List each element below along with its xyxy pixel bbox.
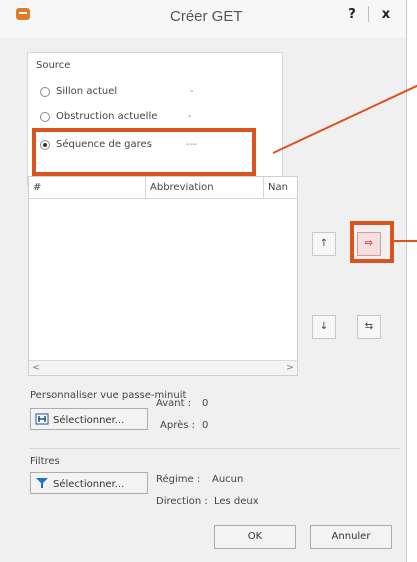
expand-range-icon bbox=[35, 413, 49, 428]
title-bar: Créer GET ? x bbox=[0, 0, 406, 38]
column-header-number[interactable]: # bbox=[29, 177, 146, 199]
highlight-invert-button bbox=[350, 221, 394, 263]
cancel-button[interactable]: Annuler bbox=[310, 525, 392, 549]
highlight-sequence-de-gares bbox=[32, 128, 256, 176]
filtres-label: Filtres bbox=[30, 456, 60, 467]
callout-line-invert bbox=[393, 240, 417, 242]
passe-minuit-select-label: Sélectionner... bbox=[53, 415, 125, 426]
swap-icon: ⇆ bbox=[364, 321, 374, 332]
move-up-button[interactable]: ↑ bbox=[312, 232, 336, 256]
move-down-button[interactable]: ↓ bbox=[312, 315, 336, 339]
filter-icon bbox=[35, 477, 49, 492]
sillon-actuel-value: - bbox=[190, 86, 194, 97]
direction-value: Les deux bbox=[214, 496, 259, 507]
column-header-abbreviation[interactable]: Abbreviation bbox=[146, 177, 264, 199]
apres-value: 0 bbox=[202, 420, 209, 431]
horizontal-scrollbar[interactable]: < > bbox=[29, 360, 297, 375]
radio-sillon-actuel-label: Sillon actuel bbox=[56, 86, 118, 97]
titlebar-separator bbox=[368, 6, 369, 22]
dialog-title: Créer GET bbox=[170, 8, 243, 25]
radio-obstruction-actuelle[interactable] bbox=[40, 112, 50, 122]
source-group-label: Source bbox=[36, 60, 71, 71]
section-separator bbox=[30, 448, 400, 449]
radio-sillon-actuel[interactable] bbox=[40, 87, 50, 97]
stations-table[interactable]: # Abbreviation Nan < > bbox=[28, 176, 298, 376]
filtres-select-button[interactable]: Sélectionner... bbox=[30, 472, 148, 494]
close-button[interactable]: x bbox=[372, 6, 400, 24]
apres-label: Après : bbox=[160, 420, 195, 431]
create-get-dialog: Créer GET ? x Source Sillon actuel - Obs… bbox=[0, 0, 407, 562]
regime-label: Régime : bbox=[156, 474, 201, 485]
scroll-right-arrow-icon[interactable]: > bbox=[283, 361, 297, 375]
filtres-select-label: Sélectionner... bbox=[53, 479, 125, 490]
swap-button[interactable]: ⇆ bbox=[357, 315, 381, 339]
help-button[interactable]: ? bbox=[338, 6, 366, 24]
arrow-down-icon: ↓ bbox=[319, 321, 329, 332]
column-header-name[interactable]: Nan bbox=[264, 177, 297, 199]
ok-button[interactable]: OK bbox=[214, 525, 296, 549]
avant-value: 0 bbox=[202, 398, 209, 409]
direction-label: Direction : bbox=[156, 496, 208, 507]
regime-value: Aucun bbox=[212, 474, 244, 485]
arrow-up-icon: ↑ bbox=[319, 238, 329, 249]
avant-label: Avant : bbox=[156, 398, 192, 409]
radio-obstruction-actuelle-label: Obstruction actuelle bbox=[56, 111, 158, 122]
obstruction-actuelle-value: - bbox=[188, 111, 192, 122]
scroll-left-arrow-icon[interactable]: < bbox=[29, 361, 43, 375]
app-icon bbox=[16, 8, 30, 20]
passe-minuit-select-button[interactable]: Sélectionner... bbox=[30, 408, 148, 430]
